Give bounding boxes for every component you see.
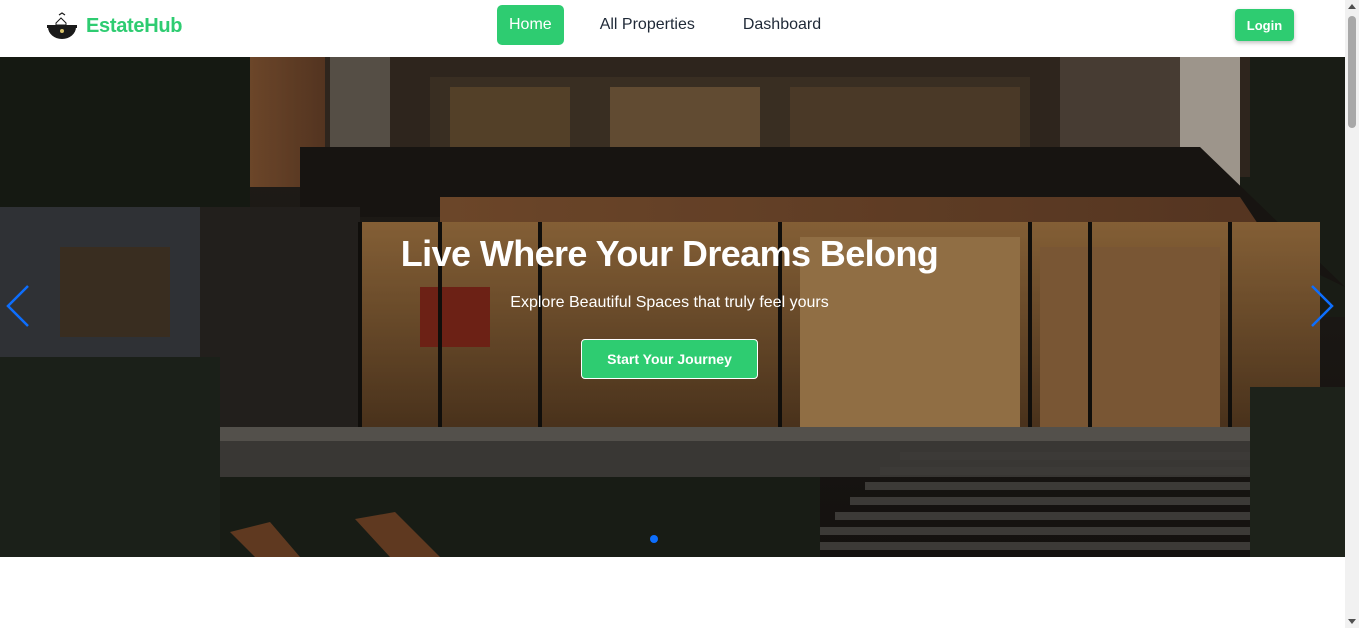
nav-home[interactable]: Home bbox=[497, 5, 564, 45]
top-navbar: EstateHub Home All Properties Dashboard … bbox=[0, 0, 1345, 57]
house-logo-icon bbox=[47, 12, 77, 39]
scroll-thumb[interactable] bbox=[1348, 16, 1356, 128]
nav-all-properties[interactable]: All Properties bbox=[588, 5, 707, 45]
carousel-dot-active[interactable] bbox=[650, 535, 658, 543]
scroll-up-icon[interactable] bbox=[1348, 4, 1356, 9]
nav-dashboard[interactable]: Dashboard bbox=[731, 5, 833, 45]
carousel-prev-button[interactable] bbox=[4, 283, 34, 329]
brand[interactable]: EstateHub bbox=[46, 11, 183, 41]
scroll-down-icon[interactable] bbox=[1348, 619, 1356, 624]
login-button[interactable]: Login bbox=[1235, 9, 1294, 41]
carousel-next-button[interactable] bbox=[1306, 283, 1336, 329]
chevron-right-icon bbox=[1311, 285, 1334, 327]
hero-carousel: Live Where Your Dreams Belong Explore Be… bbox=[0, 57, 1345, 557]
page-scrollbar[interactable] bbox=[1345, 0, 1359, 628]
brand-name: EstateHub bbox=[86, 14, 183, 37]
chevron-left-icon bbox=[6, 285, 29, 327]
hero-subtitle: Explore Beautiful Spaces that truly feel… bbox=[510, 294, 829, 311]
hero-title: Live Where Your Dreams Belong bbox=[400, 233, 939, 274]
start-journey-button[interactable]: Start Your Journey bbox=[581, 339, 758, 379]
main-nav: Home All Properties Dashboard bbox=[497, 5, 833, 45]
